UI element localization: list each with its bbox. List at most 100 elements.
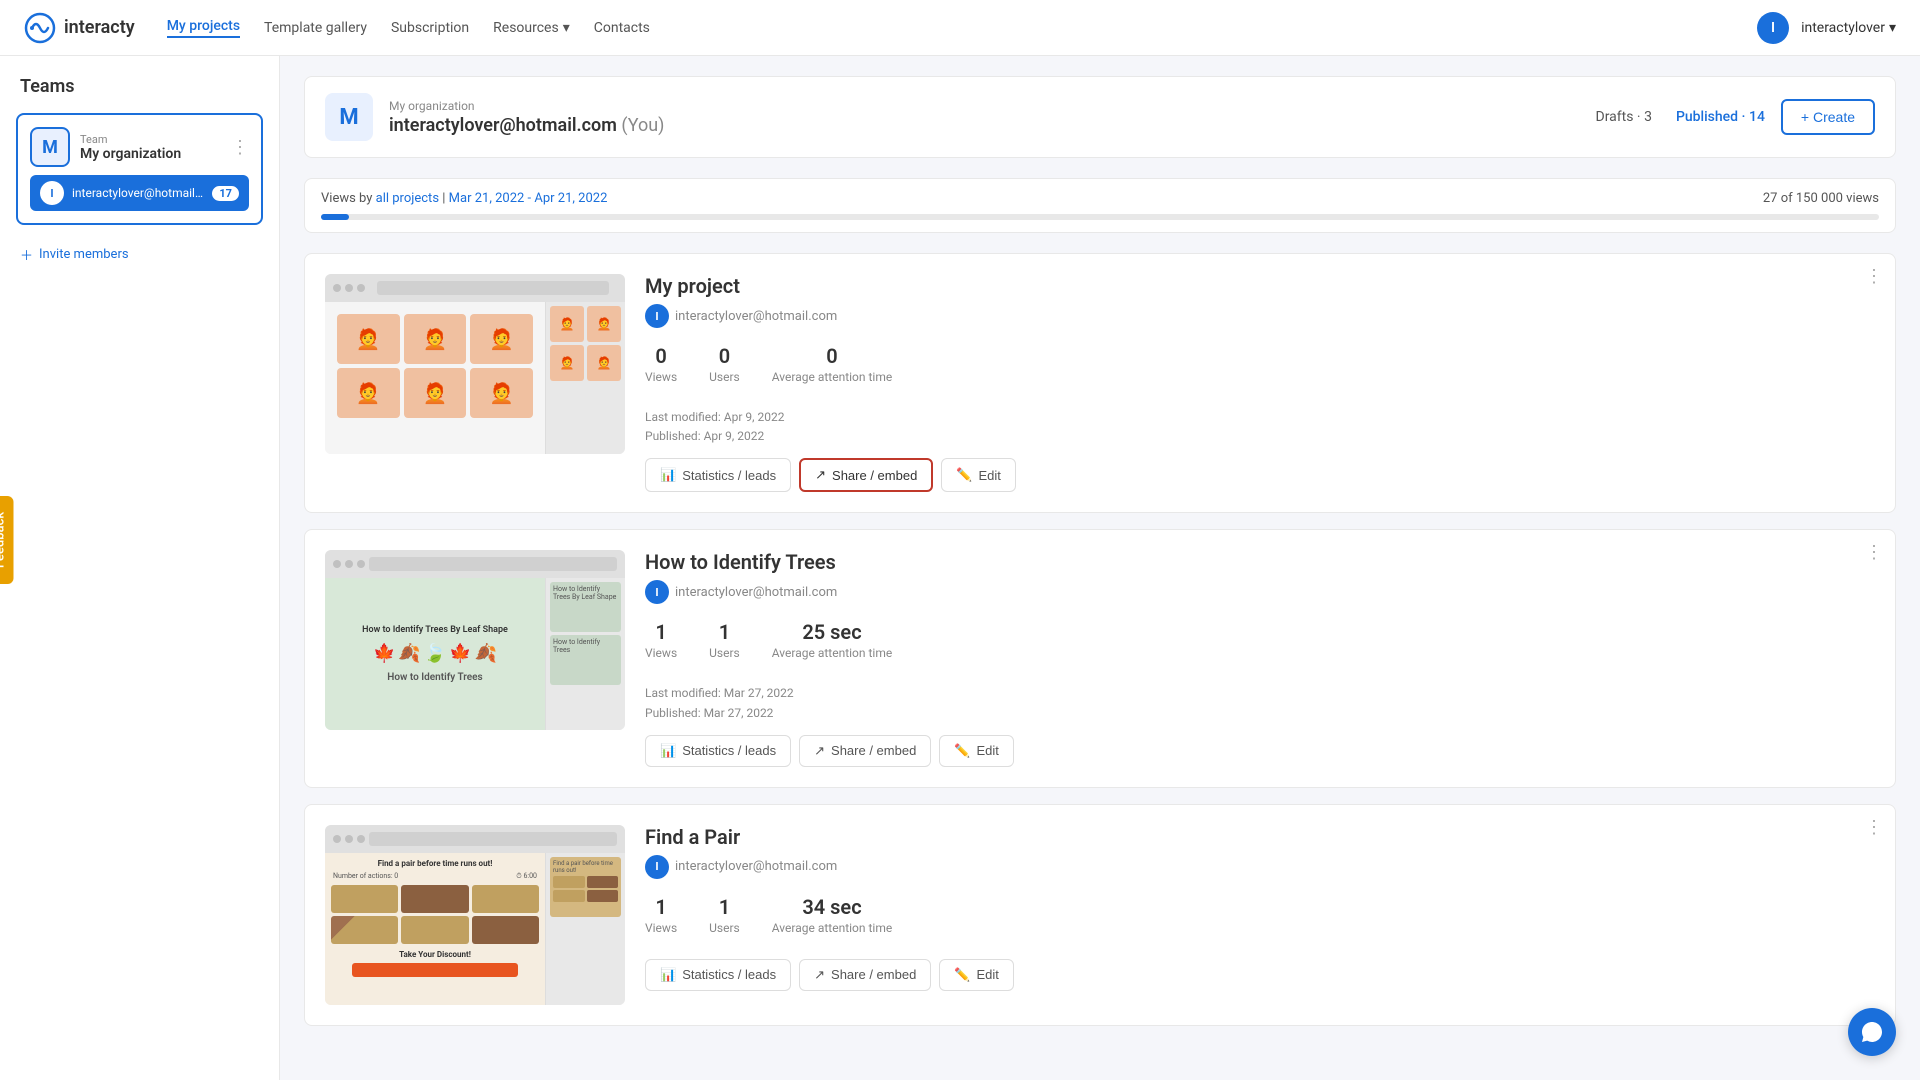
team-card: M Team My organization ⋮ I interactylove… [16,113,263,225]
face-grid: 🧑‍🦰 🧑‍🦰 🧑‍🦰 🧑‍🦰 🧑‍🦰 🧑‍🦰 [331,308,539,424]
chevron-down-icon-user: ▾ [1889,20,1896,36]
stats-leads-button-2[interactable]: 📊 Statistics / leads [645,959,791,991]
nav-resources[interactable]: Resources ▾ [493,20,570,36]
org-label: My organization [389,99,1580,113]
views-bar-fill [321,214,349,220]
author-avatar-1: I [645,580,669,604]
project-name-1: How to Identify Trees [645,550,1875,574]
project-metrics-2: 1 Views 1 Users 34 sec Average attention… [645,895,1875,935]
edit-button-0[interactable]: ✏️ Edit [941,458,1016,492]
nav-subscription[interactable]: Subscription [391,20,469,36]
thumb-dot [357,284,365,292]
feedback-tab[interactable]: Feedback [0,496,14,584]
metric-attention-1: 25 sec Average attention time [772,620,892,660]
chevron-down-icon: ▾ [563,20,570,36]
thumb-dot [357,560,365,568]
project-card-0: ⋮ 🧑‍🦰 🧑‍🦰 🧑‍🦰 🧑‍🦰 🧑 [304,253,1896,513]
nav-contacts[interactable]: Contacts [594,20,650,36]
project-thumbnail-0: 🧑‍🦰 🧑‍🦰 🧑‍🦰 🧑‍🦰 🧑‍🦰 🧑‍🦰 🧑‍🦰 🧑‍🦰 [325,274,625,454]
face-cell: 🧑‍🦰 [470,368,533,418]
edit-icon-0: ✏️ [956,467,972,483]
share-embed-button-1[interactable]: ↗ Share / embed [799,735,931,767]
nav-my-projects[interactable]: My projects [167,18,240,38]
project-menu-icon-0[interactable]: ⋮ [1865,266,1883,287]
metric-views-1: 1 Views [645,620,677,660]
member-count: 17 [212,186,239,201]
navbar: interacty My projects Template gallery S… [0,0,1920,56]
member-avatar: I [40,181,64,205]
stats-icon-0: 📊 [660,467,676,483]
create-button[interactable]: + Create [1781,99,1875,135]
nav-right: I interactylover ▾ [1757,12,1896,44]
author-avatar-2: I [645,855,669,879]
member-item[interactable]: I interactylover@hotmail.co... 17 [30,175,249,211]
edit-icon-2: ✏️ [954,967,970,983]
views-count: 27 of 150 000 views [1763,191,1879,206]
logo[interactable]: interacty [24,12,135,44]
project-thumbnail-2: Find a pair before time runs out! Number… [325,825,625,1005]
metric-attention-2: 34 sec Average attention time [772,895,892,935]
project-menu-icon-1[interactable]: ⋮ [1865,542,1883,563]
nav-template-gallery[interactable]: Template gallery [264,20,367,36]
chat-icon [1860,1020,1884,1044]
author-avatar-0: I [645,304,669,328]
stats-leads-button-0[interactable]: 📊 Statistics / leads [645,458,791,492]
views-bar-background [321,214,1879,220]
user-menu[interactable]: interactylover ▾ [1801,20,1896,36]
project-author-2: I interactylover@hotmail.com [645,855,1875,879]
face-cell: 🧑‍🦰 [337,368,400,418]
invite-members-button[interactable]: ＋ Invite members [16,237,263,272]
thumb-dot [333,835,341,843]
thumb-title-bar [377,281,609,295]
team-options-icon[interactable]: ⋮ [231,137,249,158]
team-card-header: M Team My organization ⋮ [30,127,249,167]
team-details: Team My organization [80,133,181,162]
metric-users-2: 1 Users [709,895,740,935]
share-embed-button-0[interactable]: ↗ Share / embed [799,458,933,492]
project-menu-icon-2[interactable]: ⋮ [1865,817,1883,838]
views-label: Views by all projects | Mar 21, 2022 - A… [321,191,607,206]
stats-leads-button-1[interactable]: 📊 Statistics / leads [645,735,791,767]
project-info-0: My project I interactylover@hotmail.com … [645,274,1875,492]
project-author-0: I interactylover@hotmail.com [645,304,1875,328]
main-content: M My organization interactylover@hotmail… [280,56,1920,1080]
thumb-dot [345,284,353,292]
project-name-0: My project [645,274,1875,298]
project-metrics-0: 0 Views 0 Users 0 Average attention time [645,344,1875,384]
share-icon-2: ↗ [814,967,825,983]
org-header: M My organization interactylover@hotmail… [304,76,1896,158]
thumb-dot [357,835,365,843]
team-card-info: M Team My organization [30,127,181,167]
edit-button-1[interactable]: ✏️ Edit [939,735,1014,767]
thumb-url-bar [369,832,617,846]
thumb-dot [333,284,341,292]
thumb-dot [333,560,341,568]
project-dates-1: Last modified: Mar 27, 2022 Published: M… [645,684,1875,722]
team-label: Team [80,133,181,146]
project-info-1: How to Identify Trees I interactylover@h… [645,550,1875,766]
published-stat[interactable]: Published · 14 [1676,109,1765,125]
face-cell: 🧑‍🦰 [404,368,467,418]
project-card-2: ⋮ Find a pair before time runs out! Numb… [304,804,1896,1026]
logo-icon [24,12,56,44]
views-all-projects-link[interactable]: all projects [376,191,439,206]
project-metrics-1: 1 Views 1 Users 25 sec Average attention… [645,620,1875,660]
edit-button-2[interactable]: ✏️ Edit [939,959,1014,991]
main-layout: Teams M Team My organization ⋮ I interac… [0,56,1920,1080]
project-actions-1: 📊 Statistics / leads ↗ Share / embed ✏️ … [645,735,1875,767]
share-icon-0: ↗ [815,467,826,483]
metric-attention-0: 0 Average attention time [772,344,892,384]
org-info: My organization interactylover@hotmail.c… [389,99,1580,136]
project-card-1: ⋮ How to Identify Trees By Leaf Shape 🍁 … [304,529,1896,787]
thumb-dot [345,560,353,568]
share-embed-button-2[interactable]: ↗ Share / embed [799,959,931,991]
project-info-2: Find a Pair I interactylover@hotmail.com… [645,825,1875,1005]
metric-users-0: 0 Users [709,344,740,384]
project-author-1: I interactylover@hotmail.com [645,580,1875,604]
metric-views-2: 1 Views [645,895,677,935]
face-cell: 🧑‍🦰 [337,314,400,364]
drafts-stat: Drafts · 3 [1596,109,1652,125]
org-you-label: (You) [621,115,664,136]
chat-bubble[interactable] [1848,1008,1896,1056]
project-name-2: Find a Pair [645,825,1875,849]
